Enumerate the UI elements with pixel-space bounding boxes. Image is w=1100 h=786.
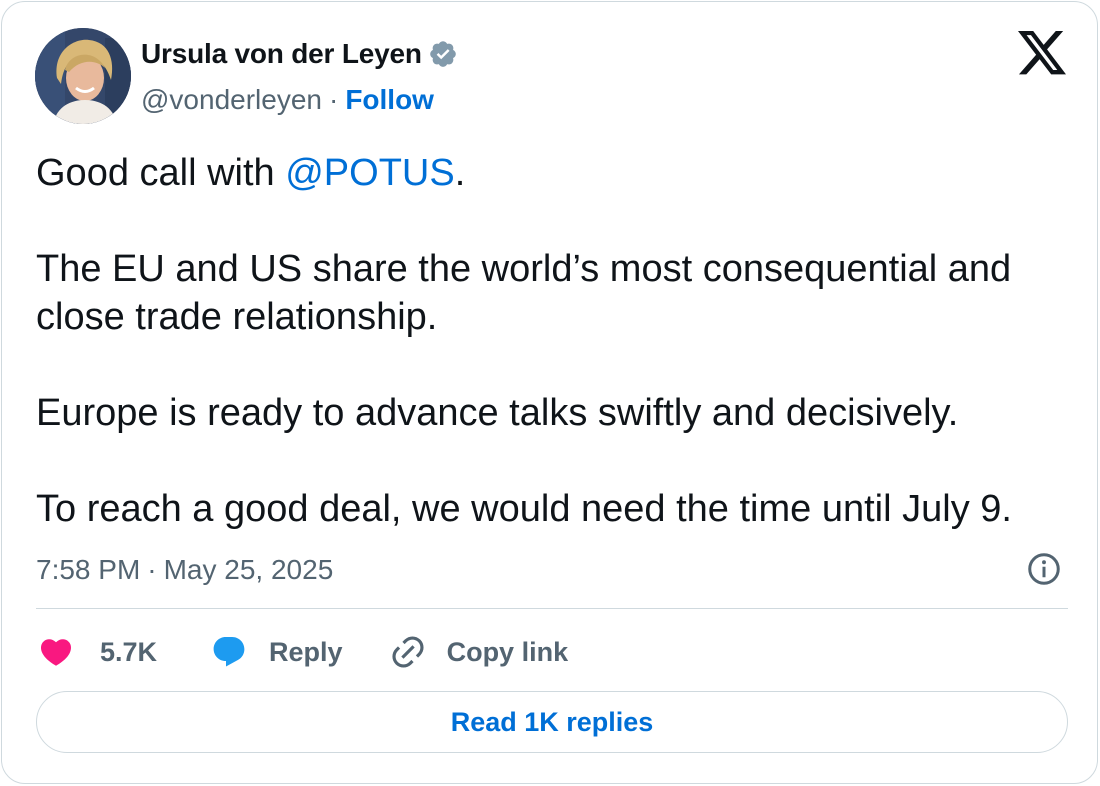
follow-button[interactable]: Follow xyxy=(345,84,434,116)
reply-bubble-icon xyxy=(213,637,245,667)
action-bar: 5.7K Reply Copy link xyxy=(36,632,568,672)
verified-badge-icon xyxy=(429,41,456,67)
reply-label: Reply xyxy=(269,636,343,667)
tweet-time[interactable]: 7:58 PM xyxy=(36,554,140,586)
info-icon[interactable] xyxy=(1026,551,1062,587)
tweet-line-1: Good call with @POTUS. xyxy=(36,149,1076,197)
reply-button[interactable]: Reply xyxy=(209,634,343,670)
tweet-paragraph-3: Europe is ready to advance talks swiftly… xyxy=(36,392,959,434)
author-name[interactable]: Ursula von der Leyen xyxy=(141,38,422,70)
handle-row: @vonderleyen · Follow xyxy=(141,84,434,116)
tweet-date[interactable]: May 25, 2025 xyxy=(164,554,334,586)
divider xyxy=(36,608,1068,609)
mention-potus-link[interactable]: @POTUS xyxy=(285,152,454,194)
tweet-card: Ursula von der Leyen @vonderleyen · Foll… xyxy=(1,1,1098,784)
link-icon xyxy=(392,636,424,668)
timestamp[interactable]: 7:58 PM · May 25, 2025 xyxy=(36,554,333,586)
copy-link-button[interactable]: Copy link xyxy=(389,633,569,671)
like-count: 5.7K xyxy=(100,636,158,667)
heart-icon xyxy=(40,639,72,666)
tweet-line-1-prefix: Good call with xyxy=(36,152,286,194)
read-replies-button[interactable]: Read 1K replies xyxy=(36,691,1068,753)
copy-link-label: Copy link xyxy=(446,636,569,667)
tweet-text: Good call with @POTUS. The EU and US sha… xyxy=(36,149,1076,533)
handle-separator: · xyxy=(328,84,339,115)
avatar-image xyxy=(35,28,131,124)
tweet-paragraph-4: To reach a good deal, we would need the … xyxy=(36,488,1012,530)
tweet-line-1-suffix: . xyxy=(454,152,466,194)
tweet-paragraph-2: The EU and US share the world’s most con… xyxy=(36,248,1012,338)
like-button[interactable]: 5.7K xyxy=(36,634,157,670)
author-name-row: Ursula von der Leyen xyxy=(141,38,458,70)
author-handle[interactable]: @vonderleyen xyxy=(141,84,322,116)
timestamp-separator: · xyxy=(147,554,157,585)
avatar[interactable] xyxy=(35,28,131,124)
x-logo-icon[interactable] xyxy=(1018,31,1066,75)
